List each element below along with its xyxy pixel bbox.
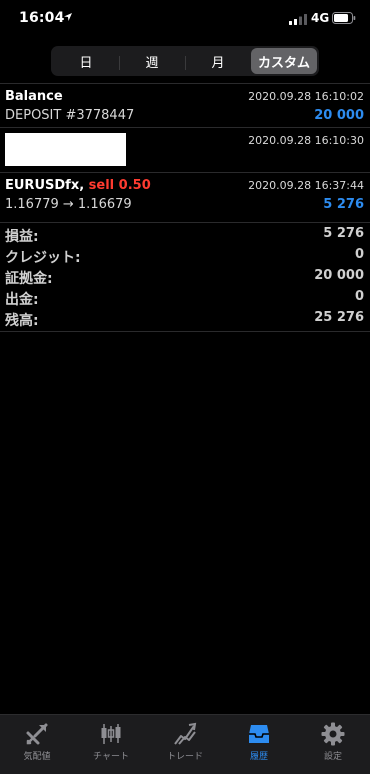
order-symbol: EURUSDfx, bbox=[5, 178, 85, 193]
location-arrow-icon bbox=[64, 13, 72, 21]
order-row[interactable]: EURUSDfx, sell 0.50 1.16779 → 1.16679 20… bbox=[0, 172, 370, 222]
cellular-signal-icon bbox=[289, 14, 307, 25]
trade-icon bbox=[174, 722, 197, 745]
battery-icon bbox=[332, 12, 356, 24]
summary-label: 出金: bbox=[5, 292, 39, 308]
deposit-amount: 20 000 bbox=[314, 108, 364, 123]
tab-label: 履歴 bbox=[249, 752, 268, 762]
deposit-row[interactable]: Balance DEPOSIT #3778447 2020.09.28 16:1… bbox=[0, 83, 370, 127]
tab-chart[interactable]: チャート bbox=[74, 715, 148, 774]
summary-row-deposit: 証拠金: 20 000 bbox=[0, 266, 370, 287]
summary-value: 25 276 bbox=[314, 310, 364, 325]
network-type: 4G bbox=[311, 11, 330, 25]
status-bar: 16:04 4G bbox=[0, 0, 370, 40]
tab-settings[interactable]: 設定 bbox=[296, 715, 370, 774]
tab-history[interactable]: 履歴 bbox=[222, 715, 296, 774]
summary-row-profit: 損益: 5 276 bbox=[0, 224, 370, 245]
redacted-row-time: 2020.09.28 16:10:30 bbox=[248, 134, 364, 147]
history-list: Balance DEPOSIT #3778447 2020.09.28 16:1… bbox=[0, 83, 370, 332]
quotes-icon bbox=[26, 723, 48, 745]
order-prices: 1.16779 → 1.16679 bbox=[5, 197, 132, 212]
tab-label: 設定 bbox=[323, 752, 342, 762]
bottom-tab-bar: 気配値 チャート トレード 履歴 設定 bbox=[0, 714, 370, 774]
history-icon bbox=[249, 725, 269, 743]
order-time: 2020.09.28 16:37:44 bbox=[248, 179, 364, 192]
summary-label: 残高: bbox=[5, 313, 39, 329]
account-summary: 損益: 5 276 クレジット: 0 証拠金: 20 000 出金: 0 残高:… bbox=[0, 222, 370, 332]
tab-trade[interactable]: トレード bbox=[148, 715, 222, 774]
summary-value: 20 000 bbox=[314, 268, 364, 283]
tab-quotes[interactable]: 気配値 bbox=[0, 715, 74, 774]
order-symbol-line: EURUSDfx, sell 0.50 bbox=[5, 178, 151, 193]
tab-label: トレード bbox=[166, 752, 203, 762]
deposit-title: Balance bbox=[5, 89, 63, 104]
segment-custom[interactable]: カスタム bbox=[251, 48, 317, 74]
history-screen: 16:04 4G 日 週 月 カスタム Balance DEPOSIT #377… bbox=[0, 0, 370, 774]
summary-row-balance: 残高: 25 276 bbox=[0, 308, 370, 329]
summary-value: 0 bbox=[354, 289, 364, 304]
chart-icon bbox=[101, 724, 121, 744]
summary-label: 損益: bbox=[5, 229, 39, 245]
deposit-time: 2020.09.28 16:10:02 bbox=[248, 90, 364, 103]
segment-day[interactable]: 日 bbox=[53, 48, 119, 74]
summary-label: クレジット: bbox=[5, 250, 81, 266]
order-profit: 5 276 bbox=[323, 197, 364, 212]
tab-label: チャート bbox=[93, 752, 129, 762]
summary-value: 5 276 bbox=[323, 226, 364, 241]
redacted-row[interactable]: 2020.09.28 16:10:30 bbox=[0, 127, 370, 172]
status-time: 16:04 bbox=[19, 10, 65, 26]
order-side: sell 0.50 bbox=[88, 178, 151, 193]
deposit-comment: DEPOSIT #3778447 bbox=[5, 108, 135, 123]
settings-icon bbox=[321, 722, 345, 746]
summary-row-withdrawal: 出金: 0 bbox=[0, 287, 370, 308]
segment-week[interactable]: 週 bbox=[119, 48, 185, 74]
period-segmented-control: 日 週 月 カスタム bbox=[51, 46, 319, 76]
summary-value: 0 bbox=[354, 247, 364, 262]
summary-row-credit: クレジット: 0 bbox=[0, 245, 370, 266]
tab-label: 気配値 bbox=[23, 752, 51, 762]
summary-label: 証拠金: bbox=[5, 271, 53, 287]
segment-month[interactable]: 月 bbox=[185, 48, 251, 74]
redaction-box bbox=[5, 133, 126, 166]
